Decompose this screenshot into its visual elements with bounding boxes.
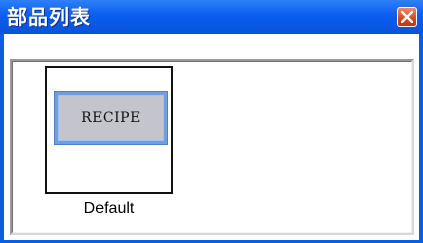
title-bar[interactable]: 部品列表 [0,0,423,34]
part-thumbnail-frame[interactable]: RECIPE [45,66,173,194]
part-caption: Default [83,200,135,217]
recipe-button-label: RECIPE [81,110,141,126]
recipe-button[interactable]: RECIPE [55,92,167,144]
parts-list-window: 部品列表 RECIPE Default [0,0,423,243]
close-button[interactable] [397,7,417,27]
window-title: 部品列表 [7,5,91,29]
part-item-default[interactable]: RECIPE Default [45,66,179,228]
close-icon [401,11,413,23]
